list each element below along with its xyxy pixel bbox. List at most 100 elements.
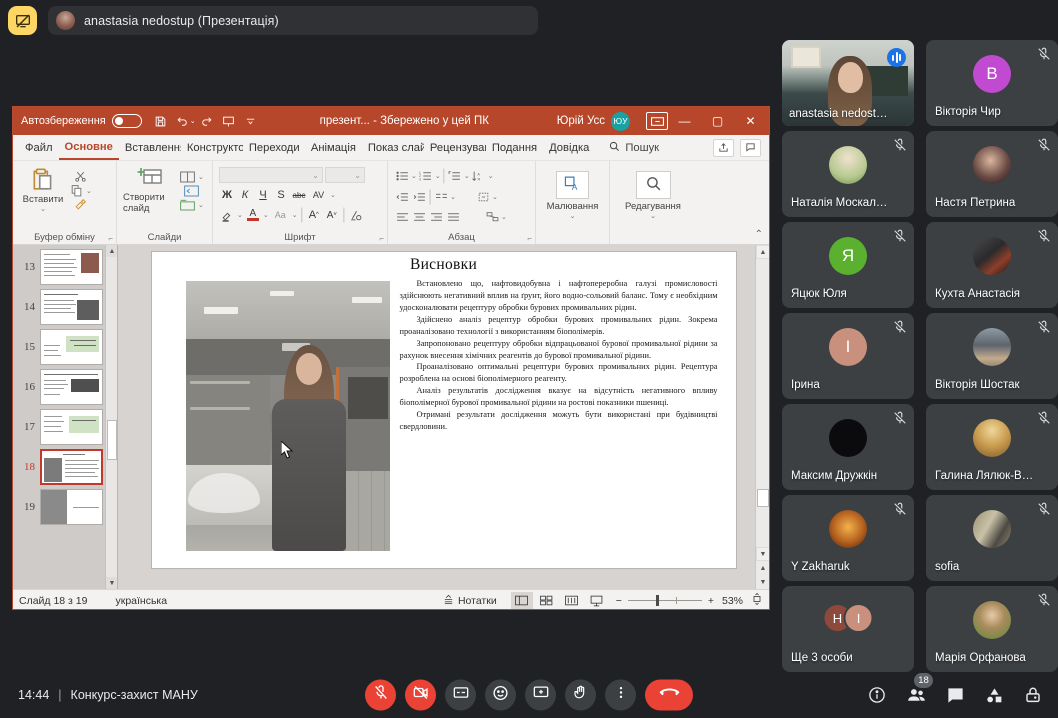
zoom-track[interactable] [628, 600, 702, 602]
chevron-down-icon[interactable]: ⌄ [411, 172, 417, 180]
paste-button[interactable]: Вставити ⌄ [19, 166, 67, 214]
slide-thumbnail-18[interactable]: 18 [13, 445, 117, 485]
slide-title[interactable]: Висновки [152, 256, 736, 274]
tab-home[interactable]: Основне [59, 135, 119, 160]
scroll-down-icon[interactable]: ▼ [106, 577, 118, 589]
participant-tile-self[interactable]: anastasia nedost… [782, 40, 914, 126]
slide-thumbnail-16[interactable]: 16 [13, 365, 117, 405]
thumbnail-preview[interactable] [40, 409, 103, 445]
chevron-down-icon[interactable]: ⌄ [40, 206, 46, 214]
participant-tile[interactable]: Я Яцюк Юля [782, 222, 914, 308]
thumbnail-preview[interactable] [40, 329, 103, 365]
comment-icon[interactable] [740, 139, 761, 157]
slide-indicator[interactable]: Слайд 18 з 19 [19, 595, 87, 607]
participant-tile[interactable]: Y Zakharuk [782, 495, 914, 581]
start-slideshow-icon[interactable] [218, 111, 240, 131]
host-controls-button[interactable] [1022, 684, 1044, 706]
reset-icon[interactable] [180, 185, 204, 197]
clipboard-dialog-launcher[interactable]: ⌐ [108, 234, 113, 243]
tab-help[interactable]: Довідка [543, 135, 595, 160]
slide-thumbnail-19[interactable]: 19 [13, 485, 117, 525]
tab-review[interactable]: Рецензування [424, 135, 486, 160]
camera-off-button[interactable] [405, 680, 436, 711]
chevron-down-icon[interactable]: ⌄ [292, 211, 298, 219]
align-center-button[interactable] [411, 209, 427, 225]
chevron-down-icon[interactable]: ⌄ [492, 193, 498, 201]
chevron-down-icon[interactable]: ⌄ [237, 211, 243, 219]
current-slide[interactable]: Висновки [151, 251, 737, 569]
line-spacing-button[interactable] [447, 168, 463, 184]
tab-file[interactable]: Файл [19, 135, 59, 160]
thumbnail-scrollbar[interactable]: ▲ ▼ [105, 245, 117, 589]
chevron-down-icon[interactable]: ⌄ [464, 172, 470, 180]
chevron-down-icon[interactable]: ⌄ [86, 187, 92, 195]
reactions-button[interactable] [485, 680, 516, 711]
scissors-icon[interactable] [70, 170, 92, 183]
thumbnail-preview[interactable] [40, 249, 103, 285]
thumbnail-preview[interactable] [40, 489, 103, 525]
notes-button[interactable]: Нотатки [443, 594, 497, 608]
slideshow-button[interactable] [586, 592, 608, 609]
chevron-down-icon[interactable]: ⌄ [570, 213, 576, 221]
stop-presenting-icon[interactable] [8, 6, 37, 35]
thumbnail-preview[interactable] [40, 369, 103, 405]
align-text-button[interactable] [475, 189, 491, 205]
zoom-in-button[interactable]: + [708, 595, 714, 607]
zoom-level[interactable]: 53% [722, 595, 743, 607]
slide-body-text[interactable]: Встановлено що, нафтовидобувна і нафтопе… [400, 278, 718, 433]
slide-thumbnail-15[interactable]: 15 [13, 325, 117, 365]
tab-design[interactable]: Конструктор [181, 135, 243, 160]
section-icon[interactable] [180, 199, 195, 211]
chevron-down-icon[interactable]: ⌄ [198, 173, 204, 181]
tab-animations[interactable]: Анімація [305, 135, 362, 160]
layout-icon[interactable] [180, 171, 195, 183]
tab-transitions[interactable]: Переходи [243, 135, 305, 160]
underline-button[interactable]: Ч [255, 187, 271, 203]
clear-formatting-button[interactable] [348, 207, 364, 223]
show-everyone-button[interactable]: 18 [905, 684, 927, 706]
reading-view-button[interactable] [561, 592, 583, 609]
activities-button[interactable] [983, 684, 1005, 706]
zoom-handle[interactable] [656, 595, 659, 606]
save-icon[interactable] [150, 111, 172, 131]
font-color-button[interactable]: A [245, 207, 261, 223]
next-slide-button[interactable]: ▼ [756, 575, 770, 589]
more-options-button[interactable] [605, 680, 636, 711]
decrease-font-size-button[interactable]: A˅ [324, 207, 340, 223]
chevron-down-icon[interactable]: ⌄ [330, 191, 336, 199]
chevron-down-icon[interactable]: ⌄ [435, 172, 441, 180]
participant-tile[interactable]: Галина Лялюк-Віт… [926, 404, 1058, 490]
strikethrough-button[interactable]: abc [291, 187, 307, 203]
slide-scrollbar[interactable]: ▲ ▼ ▲ ▼ [755, 245, 769, 589]
meeting-details-button[interactable] [866, 684, 888, 706]
maximize-button[interactable]: ▢ [701, 108, 734, 135]
autosave-toggle[interactable] [112, 114, 142, 128]
participant-tile[interactable]: Марія Орфанова [926, 586, 1058, 672]
language-indicator[interactable]: українська [115, 595, 167, 607]
more-participants-tile[interactable]: Н І Ще 3 особи [782, 586, 914, 672]
scroll-down-icon[interactable]: ▼ [756, 547, 770, 561]
font-size-input[interactable]: ⌄ [325, 167, 365, 183]
format-painter-icon[interactable] [70, 198, 92, 211]
columns-button[interactable] [433, 189, 449, 205]
ribbon-display-options-icon[interactable] [646, 112, 668, 130]
thumbnail-preview[interactable] [40, 289, 103, 325]
character-spacing-button[interactable]: AV [309, 187, 328, 203]
change-case-button[interactable]: Aa [271, 207, 290, 223]
scroll-up-icon[interactable]: ▲ [756, 245, 770, 259]
copy-icon[interactable] [70, 184, 83, 197]
slide-photo[interactable] [186, 281, 390, 551]
zoom-out-button[interactable]: − [616, 595, 622, 607]
numbering-button[interactable]: 123 [418, 168, 434, 184]
decrease-indent-button[interactable] [394, 189, 410, 205]
drawing-button[interactable]: A Малювання ⌄ [538, 171, 608, 221]
participant-tile[interactable]: Максим Дружкін [782, 404, 914, 490]
captions-button[interactable] [445, 680, 476, 711]
customize-quick-access-icon[interactable] [240, 111, 262, 131]
tab-view[interactable]: Подання [486, 135, 543, 160]
leave-call-button[interactable] [645, 680, 693, 711]
chevron-down-icon[interactable]: ⌄ [488, 172, 494, 180]
convert-smartart-button[interactable] [484, 209, 500, 225]
shadow-button[interactable]: S [273, 187, 289, 203]
paragraph-dialog-launcher[interactable]: ⌐ [527, 234, 532, 243]
